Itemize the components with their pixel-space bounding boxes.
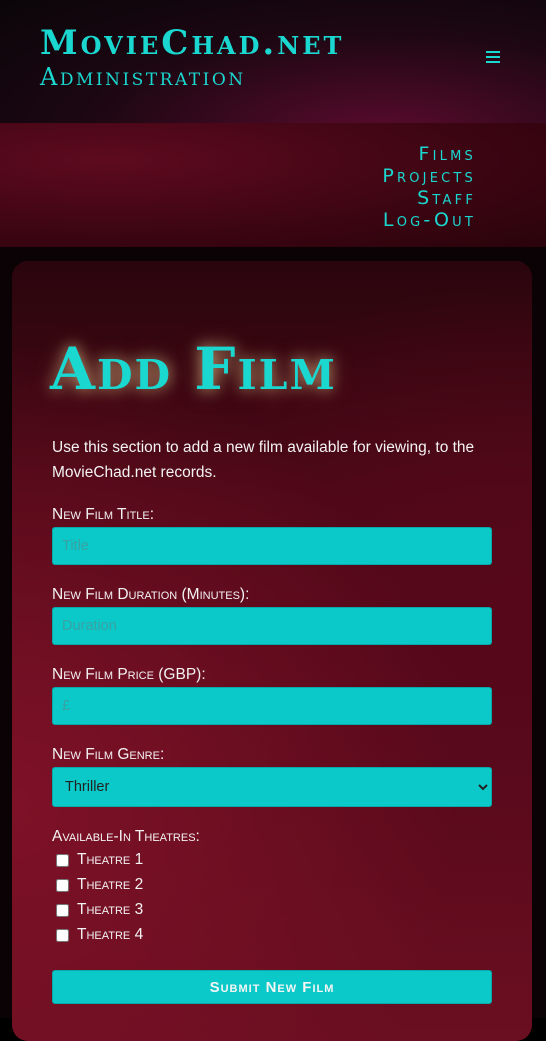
- film-duration-input[interactable]: [52, 607, 492, 645]
- theatre-2-checkbox[interactable]: [56, 878, 69, 892]
- nav-item-projects[interactable]: Projects: [382, 165, 476, 187]
- theatre-2-label: Theatre 2: [77, 876, 144, 893]
- theatre-option: Theatre 4: [56, 925, 143, 945]
- film-duration-label: New Film Duration (Minutes):: [52, 586, 250, 603]
- submit-new-film-button[interactable]: Submit New Film: [52, 970, 492, 1004]
- theatre-option: Theatre 2: [56, 875, 143, 895]
- nav-item-staff[interactable]: Staff: [382, 187, 476, 209]
- intro-text: Use this section to add a new film avail…: [52, 439, 475, 481]
- theatres-label: Available-In Theatres:: [52, 828, 200, 845]
- theatre-4-label: Theatre 4: [77, 926, 144, 943]
- hamburger-menu-icon[interactable]: [486, 51, 500, 63]
- theatre-4-checkbox[interactable]: [56, 928, 69, 942]
- film-genre-label: New Film Genre:: [52, 746, 165, 763]
- film-title-label: New Film Title:: [52, 506, 155, 523]
- add-film-card: Add Film Use this section to add a new f…: [12, 261, 532, 1041]
- main-nav: Films Projects Staff Log-Out: [0, 123, 546, 247]
- theatre-option: Theatre 3: [56, 900, 143, 920]
- site-header: MovieChad.net Administration: [0, 0, 546, 123]
- nav-list: Films Projects Staff Log-Out: [382, 143, 476, 231]
- page-title: Add Film: [50, 335, 337, 403]
- theatre-3-label: Theatre 3: [77, 901, 144, 918]
- film-title-input[interactable]: [52, 527, 492, 565]
- site-brand[interactable]: MovieChad.net: [40, 26, 344, 60]
- nav-item-log-out[interactable]: Log-Out: [382, 209, 476, 231]
- film-genre-select[interactable]: Thriller: [52, 767, 492, 807]
- film-price-label: New Film Price (GBP):: [52, 666, 206, 683]
- theatre-3-checkbox[interactable]: [56, 903, 69, 917]
- film-price-input[interactable]: [52, 687, 492, 725]
- theatre-option: Theatre 1: [56, 850, 143, 870]
- main-content: Add Film Use this section to add a new f…: [0, 247, 546, 1041]
- theatre-1-label: Theatre 1: [77, 851, 144, 868]
- nav-item-films[interactable]: Films: [382, 143, 476, 165]
- site-subtitle: Administration: [40, 63, 246, 91]
- theatre-1-checkbox[interactable]: [56, 853, 69, 867]
